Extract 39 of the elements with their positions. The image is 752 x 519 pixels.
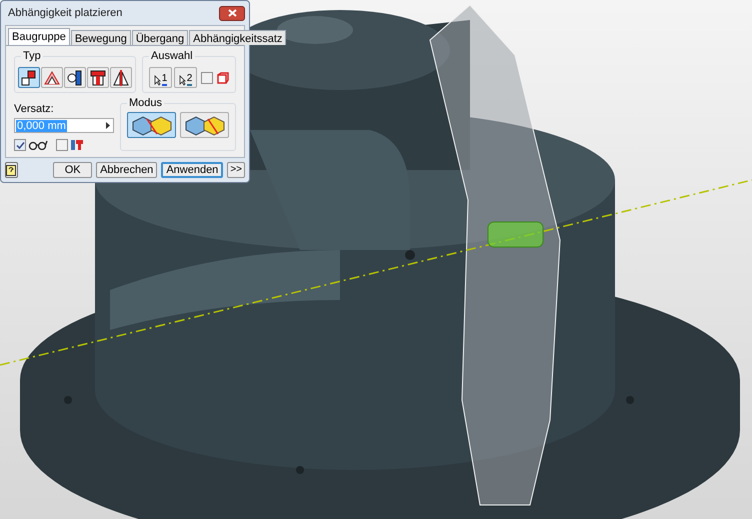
tab[interactable]: Übergang [132,30,188,45]
cursor-icon [178,75,186,86]
checkbox[interactable] [56,139,68,151]
tab[interactable]: Bewegung [70,30,131,45]
more-button[interactable]: >> [227,162,245,178]
offset-value: 0,000 mm [16,120,67,132]
mode-button[interactable] [127,112,176,138]
hole-drawing [296,466,304,474]
tab[interactable]: Baugruppe [8,28,70,45]
tab[interactable]: Abhängigkeitssatz [189,30,286,45]
type-button[interactable] [87,67,109,88]
blocks-icon [130,114,172,136]
dialog-button[interactable]: OK [53,162,92,178]
type-button[interactable] [64,67,86,88]
close-icon [228,9,236,17]
glasses-icon [28,140,48,150]
type-button[interactable] [110,67,132,88]
arrow-right-icon [105,122,111,129]
dialog-button[interactable]: Anwenden [161,162,224,178]
cursor-icon [154,75,161,86]
cube-icon [217,72,229,84]
type-button[interactable] [41,67,63,88]
close-button[interactable] [219,6,245,20]
hole-drawing [405,250,415,260]
checkbox[interactable] [14,139,26,151]
window-title: Abhängigkeit platzieren [7,6,122,21]
mode-button[interactable] [180,112,229,138]
cylinder-drawing [488,222,544,248]
type-button[interactable] [18,67,40,88]
group-label: Typ [21,49,43,63]
checkbox[interactable] [201,72,213,84]
selection-button[interactable]: 2 [174,67,197,88]
help-button[interactable] [5,162,18,178]
offset-label: Versatz: [14,103,55,116]
dialog-button[interactable]: Abbrechen [96,162,158,178]
help-icon [6,164,16,176]
selection-button[interactable]: 1 [149,67,172,88]
checkmark-icon [16,140,24,150]
blocks-icon [184,114,226,136]
